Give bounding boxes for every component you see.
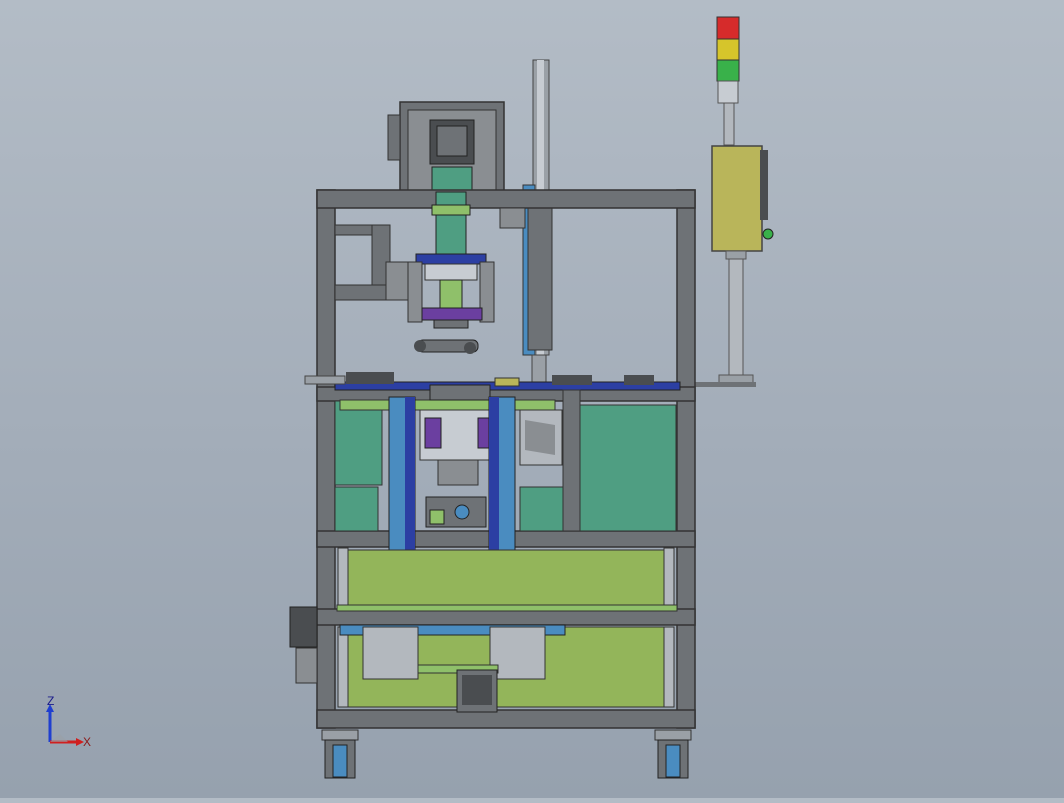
x-axis-label: X xyxy=(83,735,92,749)
signal-tower xyxy=(690,16,774,387)
axis-triad: Z X xyxy=(38,694,98,758)
z-axis-label: Z xyxy=(47,694,55,708)
cad-viewport[interactable]: Z X xyxy=(0,0,1064,798)
pick-head-assembly xyxy=(407,191,495,354)
table-plate xyxy=(304,372,681,391)
vertical-slide-rail xyxy=(522,59,553,386)
machine-model[interactable] xyxy=(0,0,1064,798)
top-motor-housing xyxy=(387,101,505,193)
caster-wheels xyxy=(321,729,692,779)
